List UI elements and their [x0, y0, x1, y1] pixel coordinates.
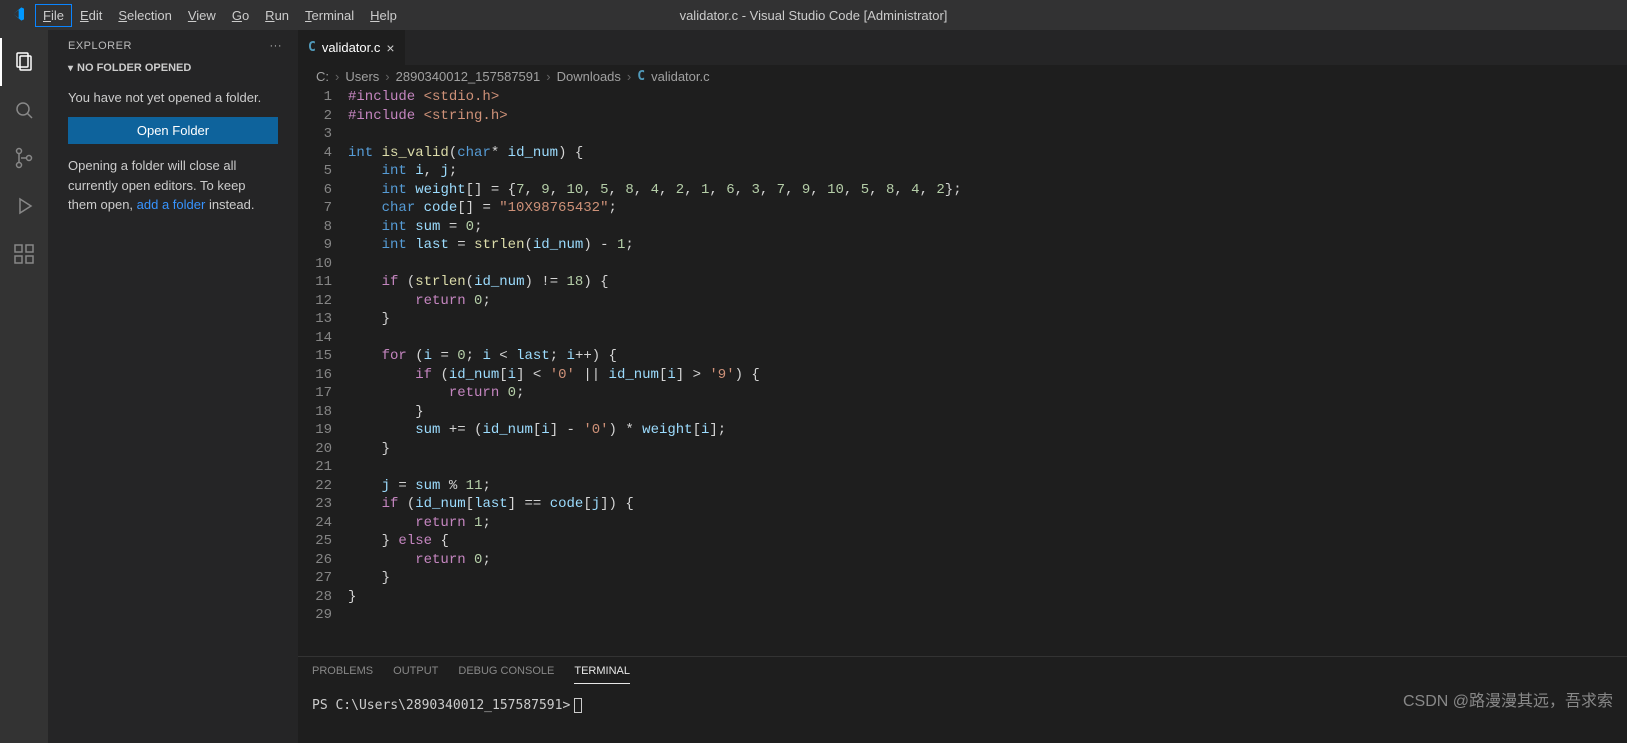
- editor-group: C validator.c × C:›Users›2890340012_1575…: [298, 30, 1627, 743]
- c-file-icon: C: [637, 69, 645, 84]
- bottom-panel: PROBLEMS OUTPUT DEBUG CONSOLE TERMINAL PS C…: [298, 656, 1627, 743]
- breadcrumb-segment[interactable]: Users: [345, 69, 379, 84]
- sidebar-title: EXPLORER: [68, 40, 132, 52]
- more-icon[interactable]: ···: [270, 40, 283, 52]
- terminal-body[interactable]: PS C:\Users\2890340012_157587591>: [298, 684, 1627, 743]
- menu-go[interactable]: Go: [224, 4, 257, 27]
- search-icon[interactable]: [0, 86, 48, 134]
- close-icon[interactable]: ×: [386, 40, 394, 56]
- sidebar-section-header[interactable]: NO FOLDER OPENED: [48, 58, 298, 78]
- menu-edit[interactable]: Edit: [72, 4, 110, 27]
- panel-tabs: PROBLEMS OUTPUT DEBUG CONSOLE TERMINAL: [298, 657, 1627, 684]
- menu-selection[interactable]: Selection: [110, 4, 179, 27]
- run-debug-icon[interactable]: [0, 182, 48, 230]
- explorer-icon[interactable]: [0, 38, 48, 86]
- tab-validator-c[interactable]: C validator.c ×: [298, 30, 406, 65]
- panel-tab-debug-console[interactable]: DEBUG CONSOLE: [458, 665, 554, 684]
- window-title: validator.c - Visual Studio Code [Admini…: [680, 8, 948, 23]
- breadcrumbs[interactable]: C:›Users›2890340012_157587591›Downloads›…: [298, 65, 1627, 88]
- menu-terminal[interactable]: Terminal: [297, 4, 362, 27]
- code-content[interactable]: #include <stdio.h>#include <string.h> in…: [348, 88, 1572, 656]
- sidebar-hint: Opening a folder will close all currentl…: [68, 156, 278, 215]
- extensions-icon[interactable]: [0, 230, 48, 278]
- minimap[interactable]: [1572, 88, 1627, 656]
- tab-label: validator.c: [322, 40, 381, 55]
- no-folder-message: You have not yet opened a folder.: [68, 90, 278, 105]
- vscode-logo-icon: [0, 6, 35, 25]
- open-folder-button[interactable]: Open Folder: [68, 117, 278, 144]
- add-folder-link[interactable]: add a folder: [137, 197, 206, 212]
- source-control-icon[interactable]: [0, 134, 48, 182]
- panel-tab-problems[interactable]: PROBLEMS: [312, 665, 373, 684]
- menu-help[interactable]: Help: [362, 4, 405, 27]
- menu-view[interactable]: View: [180, 4, 224, 27]
- breadcrumb-segment[interactable]: Downloads: [557, 69, 621, 84]
- breadcrumb-segment[interactable]: 2890340012_157587591: [396, 69, 541, 84]
- terminal-prompt: PS C:\Users\2890340012_157587591>: [312, 698, 570, 713]
- panel-tab-output[interactable]: OUTPUT: [393, 665, 438, 684]
- panel-tab-terminal[interactable]: TERMINAL: [574, 665, 630, 684]
- explorer-sidebar: EXPLORER ··· NO FOLDER OPENED You have n…: [48, 30, 298, 743]
- menu-bar: FileEditSelectionViewGoRunTerminalHelp: [35, 4, 405, 27]
- code-editor[interactable]: 1234567891011121314151617181920212223242…: [298, 88, 1627, 656]
- tab-bar: C validator.c ×: [298, 30, 1627, 65]
- terminal-cursor: [574, 698, 582, 713]
- activity-bar: [0, 30, 48, 743]
- c-file-icon: C: [308, 40, 316, 55]
- line-numbers: 1234567891011121314151617181920212223242…: [298, 88, 348, 656]
- breadcrumb-segment[interactable]: C:: [316, 69, 329, 84]
- breadcrumb-segment[interactable]: validator.c: [651, 69, 710, 84]
- menu-run[interactable]: Run: [257, 4, 297, 27]
- menu-file[interactable]: File: [35, 4, 72, 27]
- title-bar: FileEditSelectionViewGoRunTerminalHelp v…: [0, 0, 1627, 30]
